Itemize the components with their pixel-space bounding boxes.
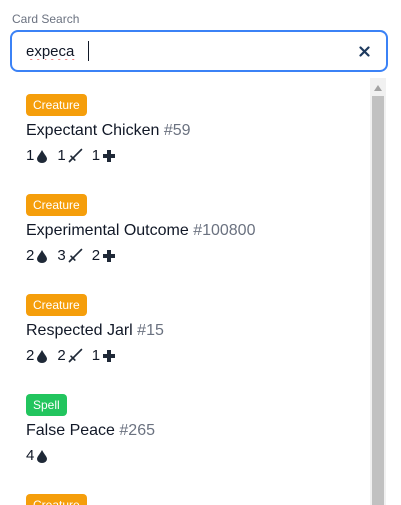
card-search-label: Card Search	[12, 12, 80, 26]
search-field[interactable]	[10, 30, 388, 72]
scroll-up-arrow[interactable]	[370, 82, 386, 94]
cost-value: 4	[26, 447, 35, 464]
cost-stat: 1	[26, 147, 48, 164]
card-name: Experimental Outcome	[26, 222, 189, 239]
card-stats: 2 2 1	[26, 347, 164, 364]
sword-icon	[68, 248, 82, 263]
attack-stat: 2	[57, 347, 82, 364]
drop-icon	[37, 149, 48, 163]
attack-value: 1	[57, 147, 66, 164]
sword-icon	[68, 348, 82, 363]
health-stat: 2	[92, 247, 116, 264]
plus-icon	[103, 349, 116, 362]
health-stat: 1	[92, 347, 116, 364]
type-badge: Creature	[26, 94, 87, 116]
attack-stat: 1	[57, 147, 82, 164]
health-value: 1	[91, 147, 101, 164]
attack-value: 2	[57, 347, 66, 364]
drop-icon	[37, 249, 48, 263]
cost-value: 2	[26, 247, 35, 264]
health-value: 1	[91, 347, 101, 364]
triangle-up-icon	[374, 85, 382, 91]
scroll-thumb[interactable]	[372, 96, 384, 505]
type-badge: Spell	[26, 394, 67, 416]
result-card[interactable]: Creature Expectant Chicken #59 1 1 1	[26, 94, 191, 164]
search-input[interactable]	[26, 40, 346, 62]
cost-stat: 2	[26, 247, 48, 264]
health-stat: 1	[92, 147, 116, 164]
search-results-list[interactable]: Creature Expectant Chicken #59 1 1 1 Cre…	[10, 78, 388, 505]
drop-icon	[37, 449, 48, 463]
card-title: False Peace #265	[26, 422, 155, 440]
cost-stat: 4	[26, 447, 48, 464]
card-title: Experimental Outcome #100800	[26, 222, 255, 240]
clear-search-button[interactable]	[354, 41, 374, 61]
attack-stat: 3	[57, 247, 82, 264]
result-card[interactable]: Creature	[26, 494, 87, 505]
text-caret	[88, 41, 89, 61]
card-title: Expectant Chicken #59	[26, 122, 191, 140]
type-badge: Creature	[26, 194, 87, 216]
card-id: #100800	[193, 222, 256, 239]
card-title: Respected Jarl #15	[26, 322, 164, 340]
card-name: Expectant Chicken	[26, 122, 160, 139]
plus-icon	[103, 149, 116, 162]
card-stats: 4	[26, 447, 155, 464]
attack-value: 3	[57, 247, 66, 264]
cost-stat: 2	[26, 347, 48, 364]
card-name: False Peace	[26, 422, 115, 439]
type-badge: Creature	[26, 494, 87, 505]
card-id: #15	[137, 322, 164, 339]
health-value: 2	[91, 247, 101, 264]
drop-icon	[37, 349, 48, 363]
close-icon	[358, 45, 370, 57]
card-stats: 2 3 2	[26, 247, 255, 264]
plus-icon	[103, 249, 116, 262]
results-scrollbar[interactable]	[370, 78, 386, 505]
cost-value: 2	[26, 347, 35, 364]
card-id: #265	[119, 422, 155, 439]
result-card[interactable]: Spell False Peace #265 4	[26, 394, 155, 464]
card-id: #59	[163, 122, 191, 139]
result-card[interactable]: Creature Respected Jarl #15 2 2 1	[26, 294, 164, 364]
type-badge: Creature	[26, 294, 87, 316]
sword-icon	[68, 148, 82, 163]
card-name: Respected Jarl	[26, 322, 133, 339]
card-stats: 1 1 1	[26, 147, 191, 164]
result-card[interactable]: Creature Experimental Outcome #100800 2 …	[26, 194, 255, 264]
cost-value: 1	[26, 147, 35, 164]
